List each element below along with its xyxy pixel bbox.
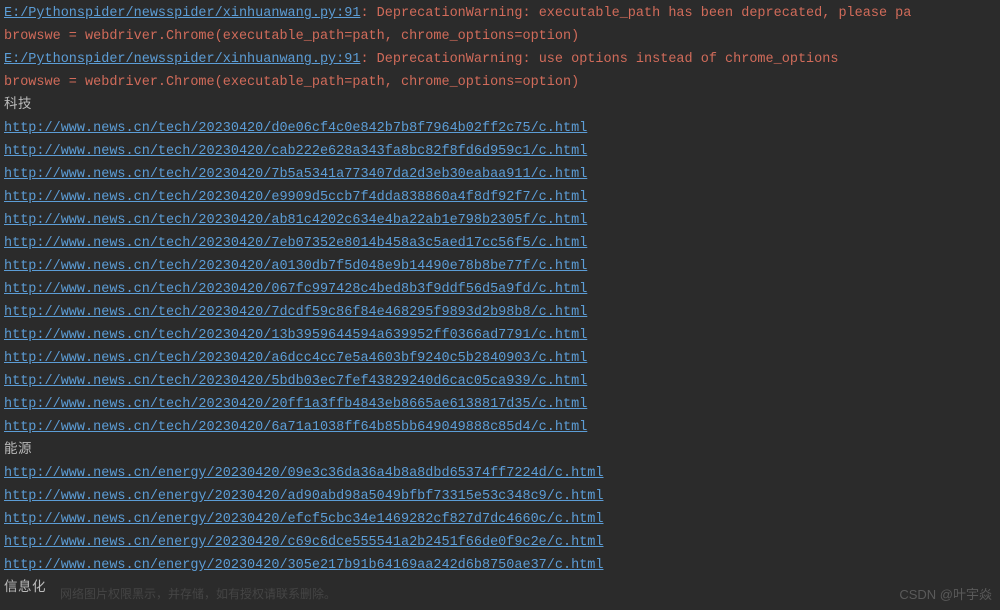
url-line: http://www.news.cn/tech/20230420/e9909d5… xyxy=(4,186,996,209)
url-link[interactable]: http://www.news.cn/energy/20230420/efcf5… xyxy=(4,512,604,527)
watermark-text: CSDN @叶宇焱 xyxy=(899,583,992,606)
url-line: http://www.news.cn/tech/20230420/5bdb03e… xyxy=(4,370,996,393)
terminal-output: E:/Pythonspider/newsspider/xinhuanwang.p… xyxy=(4,2,996,600)
url-line: http://www.news.cn/energy/20230420/c69c6… xyxy=(4,531,996,554)
file-path-link[interactable]: E:/Pythonspider/newsspider/xinhuanwang.p… xyxy=(4,6,360,21)
url-line: http://www.news.cn/tech/20230420/7dcdf59… xyxy=(4,301,996,324)
url-line: http://www.news.cn/tech/20230420/067fc99… xyxy=(4,278,996,301)
warning-line: E:/Pythonspider/newsspider/xinhuanwang.p… xyxy=(4,48,996,71)
url-link[interactable]: http://www.news.cn/energy/20230420/09e3c… xyxy=(4,466,604,481)
url-link[interactable]: http://www.news.cn/tech/20230420/067fc99… xyxy=(4,282,587,297)
url-link[interactable]: http://www.news.cn/energy/20230420/305e2… xyxy=(4,558,604,573)
url-link[interactable]: http://www.news.cn/tech/20230420/7eb0735… xyxy=(4,236,587,251)
url-line: http://www.news.cn/tech/20230420/6a71a10… xyxy=(4,416,996,439)
url-link[interactable]: http://www.news.cn/tech/20230420/6a71a10… xyxy=(4,420,587,435)
url-link[interactable]: http://www.news.cn/tech/20230420/cab222e… xyxy=(4,144,587,159)
warning-line: E:/Pythonspider/newsspider/xinhuanwang.p… xyxy=(4,2,996,25)
url-link[interactable]: http://www.news.cn/tech/20230420/7b5a534… xyxy=(4,167,587,182)
url-link[interactable]: http://www.news.cn/energy/20230420/ad90a… xyxy=(4,489,604,504)
warning-message: : DeprecationWarning: executable_path ha… xyxy=(360,6,911,21)
url-line: http://www.news.cn/energy/20230420/efcf5… xyxy=(4,508,996,531)
url-link[interactable]: http://www.news.cn/tech/20230420/13b3959… xyxy=(4,328,587,343)
url-line: http://www.news.cn/energy/20230420/09e3c… xyxy=(4,462,996,485)
url-line: http://www.news.cn/energy/20230420/ad90a… xyxy=(4,485,996,508)
url-line: http://www.news.cn/energy/20230420/305e2… xyxy=(4,554,996,577)
warning-code: browswe = webdriver.Chrome(executable_pa… xyxy=(4,29,579,44)
section-title: 能源 xyxy=(4,439,996,462)
url-link[interactable]: http://www.news.cn/tech/20230420/a0130db… xyxy=(4,259,587,274)
url-link[interactable]: http://www.news.cn/tech/20230420/5bdb03e… xyxy=(4,374,587,389)
url-line: http://www.news.cn/tech/20230420/7eb0735… xyxy=(4,232,996,255)
url-link[interactable]: http://www.news.cn/tech/20230420/a6dcc4c… xyxy=(4,351,587,366)
url-line: http://www.news.cn/tech/20230420/d0e06cf… xyxy=(4,117,996,140)
warning-message: : DeprecationWarning: use options instea… xyxy=(360,52,838,67)
ghost-overlay-text: 网络图片权限黑示，并存储，如有授权请联系删除。 xyxy=(60,583,336,606)
url-line: http://www.news.cn/tech/20230420/7b5a534… xyxy=(4,163,996,186)
url-link[interactable]: http://www.news.cn/tech/20230420/ab81c42… xyxy=(4,213,587,228)
url-line: http://www.news.cn/tech/20230420/cab222e… xyxy=(4,140,996,163)
warning-code: browswe = webdriver.Chrome(executable_pa… xyxy=(4,75,579,90)
url-link[interactable]: http://www.news.cn/tech/20230420/e9909d5… xyxy=(4,190,587,205)
url-link[interactable]: http://www.news.cn/energy/20230420/c69c6… xyxy=(4,535,604,550)
url-link[interactable]: http://www.news.cn/tech/20230420/7dcdf59… xyxy=(4,305,587,320)
warning-code-line: browswe = webdriver.Chrome(executable_pa… xyxy=(4,71,996,94)
url-line: http://www.news.cn/tech/20230420/a6dcc4c… xyxy=(4,347,996,370)
warning-code-line: browswe = webdriver.Chrome(executable_pa… xyxy=(4,25,996,48)
file-path-link[interactable]: E:/Pythonspider/newsspider/xinhuanwang.p… xyxy=(4,52,360,67)
url-link[interactable]: http://www.news.cn/tech/20230420/d0e06cf… xyxy=(4,121,587,136)
url-line: http://www.news.cn/tech/20230420/ab81c42… xyxy=(4,209,996,232)
url-link[interactable]: http://www.news.cn/tech/20230420/20ff1a3… xyxy=(4,397,587,412)
url-line: http://www.news.cn/tech/20230420/13b3959… xyxy=(4,324,996,347)
section-title: 科技 xyxy=(4,94,996,117)
url-line: http://www.news.cn/tech/20230420/20ff1a3… xyxy=(4,393,996,416)
url-line: http://www.news.cn/tech/20230420/a0130db… xyxy=(4,255,996,278)
